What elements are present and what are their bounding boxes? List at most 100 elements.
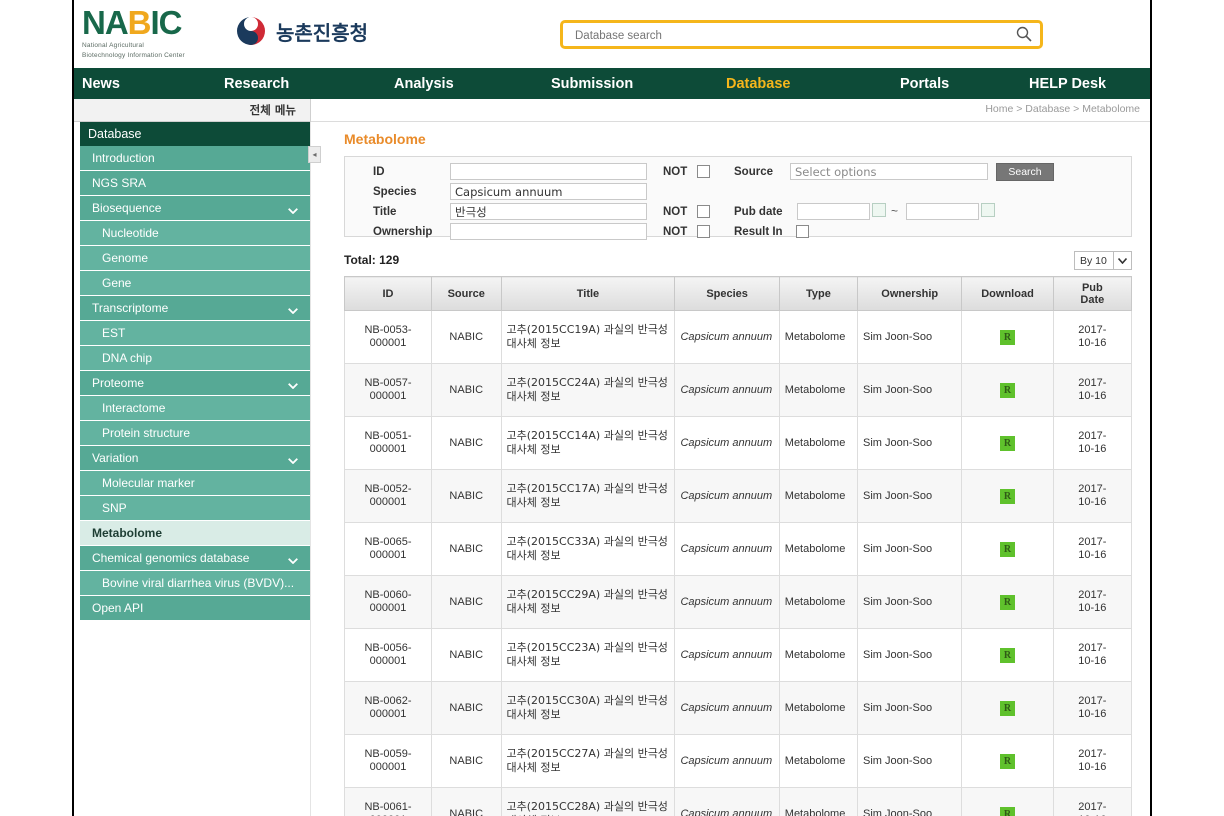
sidebar-item-bovine-viral-diarrhea-virus-bvdv[interactable]: Bovine viral diarrhea virus (BVDV)...	[80, 571, 310, 596]
column-header-ownership[interactable]: Ownership	[857, 276, 963, 311]
cell-id[interactable]: NB-0061-000001	[344, 787, 432, 816]
r-download-icon[interactable]: R	[1000, 382, 1016, 398]
result-in-checkbox[interactable]	[796, 225, 809, 238]
column-header-type[interactable]: Type	[778, 276, 859, 311]
sidebar-item-introduction[interactable]: Introduction	[80, 146, 310, 171]
not-result-checkbox[interactable]	[697, 225, 710, 238]
cell-download[interactable]: R	[961, 363, 1054, 417]
sidebar-item-genome[interactable]: Genome	[80, 246, 310, 271]
sidebar-item-est[interactable]: EST	[80, 321, 310, 346]
table-row[interactable]: NB-0059- 000001 NABIC 고추(2015CC27A) 과실의 반극성…	[344, 734, 1133, 788]
column-header-id[interactable]: ID	[344, 276, 432, 311]
nav-item-help-desk[interactable]: HELP Desk	[1029, 76, 1106, 92]
ownership-input[interactable]	[450, 223, 647, 240]
cell-id[interactable]: NB-0053- 000001	[344, 310, 432, 364]
nav-item-database[interactable]: Database	[726, 76, 790, 92]
sidebar-item-protein-structure[interactable]: Protein structure	[80, 421, 310, 446]
nav-item-news[interactable]: News	[82, 76, 120, 92]
per-page-select[interactable]: By 10	[1074, 251, 1132, 270]
cell-download[interactable]: R	[961, 787, 1054, 816]
table-row[interactable]: NB-0065- 000001 NABIC 고추(2015CC33A) 과실의 반극성…	[344, 522, 1133, 576]
search-input[interactable]	[573, 23, 997, 48]
search-icon[interactable]	[1016, 26, 1032, 42]
table-row[interactable]: NB-0052- 000001 NABIC 고추(2015CC17A) 과실의 반극성…	[344, 469, 1133, 523]
table-row[interactable]: NB-0056- 000001 NABIC 고추(2015CC23A) 과실의 반극성…	[344, 628, 1133, 682]
column-header-pub-date[interactable]: Pub Date	[1052, 276, 1133, 311]
column-header-source[interactable]: Source	[430, 276, 502, 311]
cell-id[interactable]: NB-0057- 000001	[344, 363, 432, 417]
source-select[interactable]	[790, 163, 988, 180]
sidebar-item-metabolome[interactable]: Metabolome	[80, 521, 310, 546]
nav-item-research[interactable]: Research	[224, 76, 289, 92]
all-menu-button[interactable]: 전체 메뉴	[74, 99, 311, 122]
sidebar-item-nucleotide[interactable]: Nucleotide	[80, 221, 310, 246]
sidebar-item-ngs-sra[interactable]: NGS SRA	[80, 171, 310, 196]
sidebar-item-gene[interactable]: Gene	[80, 271, 310, 296]
r-download-icon[interactable]: R	[1000, 541, 1016, 557]
sidebar-item-transcriptome[interactable]: Transcriptome	[80, 296, 310, 321]
table-row[interactable]: NB-0051- 000001 NABIC 고추(2015CC14A) 과실의 반극성…	[344, 416, 1133, 470]
id-input[interactable]	[450, 163, 647, 180]
cell-download[interactable]: R	[961, 310, 1054, 364]
column-header-title[interactable]: Title	[500, 276, 676, 311]
sidebar-item-variation[interactable]: Variation	[80, 446, 310, 471]
table-row[interactable]: NB-0062- 000001 NABIC 고추(2015CC30A) 과실의 반극성…	[344, 681, 1133, 735]
nabic-logo[interactable]: NABIC National Agricultural Biotechnolog…	[82, 6, 185, 60]
cell-id[interactable]: NB-0052- 000001	[344, 469, 432, 523]
cell-id[interactable]: NB-0065- 000001	[344, 522, 432, 576]
cell-download[interactable]: R	[961, 734, 1054, 788]
r-download-icon[interactable]: R	[1000, 329, 1016, 345]
sidebar-item-interactome[interactable]: Interactome	[80, 396, 310, 421]
cell-id[interactable]: NB-0056- 000001	[344, 628, 432, 682]
cell-download[interactable]: R	[961, 628, 1054, 682]
not-source-checkbox[interactable]	[697, 165, 710, 178]
cell-download[interactable]: R	[961, 575, 1054, 629]
cell-download[interactable]: R	[961, 681, 1054, 735]
pubdate-from-input[interactable]	[797, 203, 870, 220]
nav-item-submission[interactable]: Submission	[551, 76, 633, 92]
title-input[interactable]	[450, 203, 647, 220]
cell-title[interactable]: 고추(2015CC24A) 과실의 반극성 대사체 정보	[500, 363, 676, 417]
sidebar-item-biosequence[interactable]: Biosequence	[80, 196, 310, 221]
sidebar-item-open-api[interactable]: Open API	[80, 596, 310, 621]
r-download-icon[interactable]: R	[1000, 594, 1016, 610]
cell-id[interactable]: NB-0062- 000001	[344, 681, 432, 735]
global-search-box[interactable]	[560, 20, 1043, 49]
nav-item-analysis[interactable]: Analysis	[394, 76, 454, 92]
cell-title[interactable]: 고추(2015CC30A) 과실의 반극성 대사체 정보	[500, 681, 676, 735]
sidebar-item-molecular-marker[interactable]: Molecular marker	[80, 471, 310, 496]
table-row[interactable]: NB-0057- 000001 NABIC 고추(2015CC24A) 과실의 반극성…	[344, 363, 1133, 417]
table-row[interactable]: NB-0060- 000001 NABIC 고추(2015CC29A) 과실의 반극성…	[344, 575, 1133, 629]
r-download-icon[interactable]: R	[1000, 753, 1016, 769]
cell-title[interactable]: 고추(2015CC28A) 과실의 반극성 대사체 정보	[500, 787, 676, 816]
sidebar-item-proteome[interactable]: Proteome	[80, 371, 310, 396]
cell-title[interactable]: 고추(2015CC17A) 과실의 반극성 대사체 정보	[500, 469, 676, 523]
not-pubdate-checkbox[interactable]	[697, 205, 710, 218]
cell-title[interactable]: 고추(2015CC19A) 과실의 반극성 대사체 정보	[500, 310, 676, 364]
cell-title[interactable]: 고추(2015CC23A) 과실의 반극성 대사체 정보	[500, 628, 676, 682]
r-download-icon[interactable]: R	[1000, 647, 1016, 663]
r-download-icon[interactable]: R	[1000, 488, 1016, 504]
calendar-from-icon[interactable]	[872, 203, 886, 217]
cell-title[interactable]: 고추(2015CC29A) 과실의 반극성 대사체 정보	[500, 575, 676, 629]
cell-id[interactable]: NB-0059- 000001	[344, 734, 432, 788]
cell-download[interactable]: R	[961, 522, 1054, 576]
search-button[interactable]: Search	[996, 163, 1054, 181]
rda-logo[interactable]: 농촌진흥청	[234, 14, 368, 48]
cell-download[interactable]: R	[961, 469, 1054, 523]
cell-title[interactable]: 고추(2015CC14A) 과실의 반극성 대사체 정보	[500, 416, 676, 470]
pubdate-to-input[interactable]	[906, 203, 979, 220]
cell-id[interactable]: NB-0051- 000001	[344, 416, 432, 470]
calendar-to-icon[interactable]	[981, 203, 995, 217]
table-row[interactable]: NB-0061-000001NABIC고추(2015CC28A) 과실의 반극성…	[344, 787, 1133, 816]
column-header-download[interactable]: Download	[961, 276, 1054, 311]
column-header-species[interactable]: Species	[674, 276, 780, 311]
r-download-icon[interactable]: R	[1000, 700, 1016, 716]
cell-title[interactable]: 고추(2015CC27A) 과실의 반극성 대사체 정보	[500, 734, 676, 788]
table-row[interactable]: NB-0053- 000001 NABIC 고추(2015CC19A) 과실의 반극성…	[344, 310, 1133, 364]
sidebar-item-chemical-genomics-database[interactable]: Chemical genomics database	[80, 546, 310, 571]
nav-item-portals[interactable]: Portals	[900, 76, 949, 92]
r-download-icon[interactable]: R	[1000, 806, 1016, 816]
sidebar-collapse-button[interactable]: ◂	[308, 146, 321, 163]
cell-title[interactable]: 고추(2015CC33A) 과실의 반극성 대사체 정보	[500, 522, 676, 576]
